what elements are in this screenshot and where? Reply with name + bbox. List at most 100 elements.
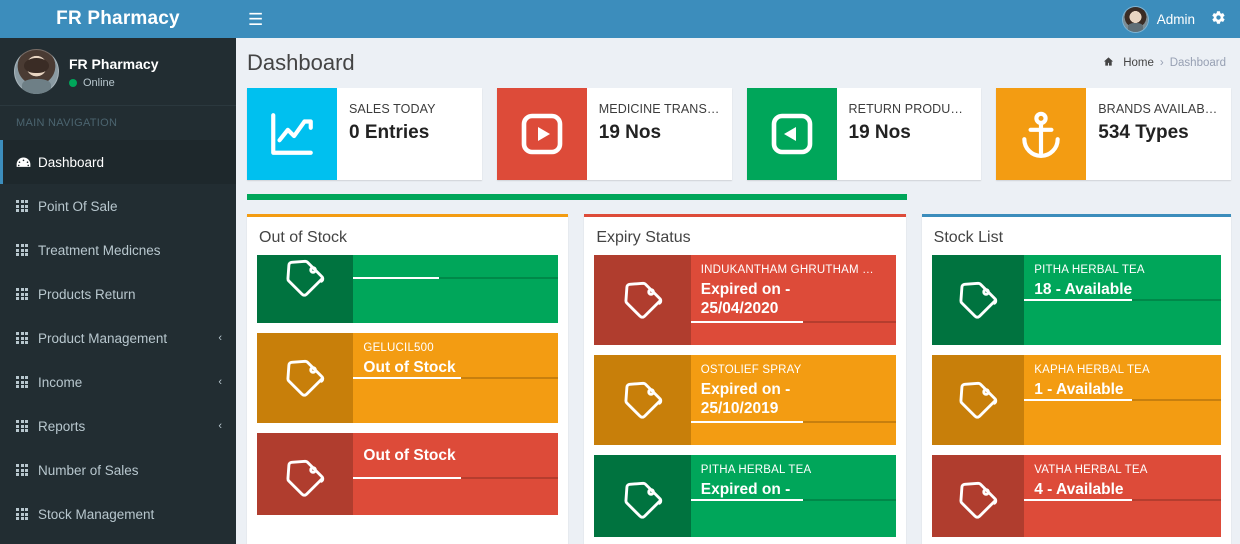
stat-box[interactable]: SALES TODAY 0 Entries	[247, 88, 482, 180]
tag-glyph	[955, 377, 1001, 423]
chevron-left-icon: ‹	[218, 420, 222, 432]
breadcrumb-separator: ›	[1160, 57, 1164, 69]
grid-icon	[16, 332, 38, 344]
grid-icon	[16, 200, 38, 212]
list-item[interactable]: Out of Stock	[257, 433, 558, 515]
gear-icon[interactable]	[1211, 10, 1226, 29]
tag-icon	[932, 355, 1025, 445]
panel-out-of-stock: Out of Stock GELUCIL500Out of StockOut o…	[247, 214, 568, 544]
list-item[interactable]: VATHA HERBAL TEA4 - Available	[932, 455, 1221, 537]
sidebar-item-label: Dashboard	[38, 155, 222, 170]
sidebar-user-name: FR Pharmacy	[69, 55, 158, 73]
page-title: Dashboard	[247, 50, 355, 76]
sidebar-item-reports[interactable]: Reports‹	[0, 404, 236, 448]
stock-list-scroll[interactable]: PITHA HERBAL TEA18 - Available KAPHA HERB…	[932, 255, 1221, 537]
list-item[interactable]: PITHA HERBAL TEAExpired on -	[594, 455, 895, 537]
sidebar-item-label: Stock Management	[38, 507, 222, 522]
user-menu[interactable]: Admin	[1123, 7, 1195, 32]
list-item-body: GELUCIL500Out of Stock	[353, 333, 558, 423]
tag-icon	[594, 355, 690, 445]
sidebar-item-label: Products Return	[38, 287, 222, 302]
menu-toggle-icon[interactable]: ☰	[248, 11, 263, 28]
list-item-body: PITHA HERBAL TEAExpired on -	[691, 455, 896, 537]
list-item-value: Expired on -25/10/2019	[701, 380, 886, 418]
breadcrumb-home[interactable]: Home	[1123, 57, 1154, 69]
content: SALES TODAY 0 Entries MEDICINE TRANS…19 No…	[236, 88, 1240, 544]
sidebar: FR Pharmacy FR Pharmacy Online MAIN NAVI…	[0, 0, 236, 544]
list-item-name: OSTOLIEF SPRAY	[701, 364, 886, 376]
tag-icon	[594, 255, 690, 345]
grid-glyph	[16, 244, 28, 256]
stat-box[interactable]: RETURN PRODU…19 Nos	[747, 88, 982, 180]
stat-box-body: RETURN PRODU…19 Nos	[837, 88, 974, 180]
stat-box-label: RETURN PRODU…	[849, 102, 964, 116]
stat-box[interactable]: MEDICINE TRANS…19 Nos	[497, 88, 732, 180]
list-item-value: 4 - Available	[1034, 480, 1211, 499]
avatar-icon	[1123, 7, 1148, 32]
progress-bar	[691, 499, 896, 501]
stat-box-body: BRANDS AVAILAB…534 Types	[1086, 88, 1227, 180]
topbar: ☰ Admin	[236, 0, 1240, 38]
list-item-name: PITHA HERBAL TEA	[1034, 264, 1211, 276]
sidebar-item-stock-management[interactable]: Stock Management	[0, 492, 236, 536]
sidebar-item-label: Reports	[38, 419, 218, 434]
sidebar-item-number-of-sales[interactable]: Number of Sales	[0, 448, 236, 492]
panel-stock-list-body: PITHA HERBAL TEA18 - Available KAPHA HERB…	[922, 255, 1231, 544]
stat-box-value: 0 Entries	[349, 122, 436, 144]
main-area: ☰ Admin Dashboard	[236, 0, 1240, 544]
progress-bar	[1024, 399, 1221, 401]
online-dot-icon	[69, 79, 77, 87]
progress-bar	[353, 477, 558, 479]
sidebar-item-income[interactable]: Income‹	[0, 360, 236, 404]
panel-out-of-stock-body: GELUCIL500Out of StockOut of StockOut of…	[247, 233, 568, 525]
list-item[interactable]: OSTOLIEF SPRAY Expired on -25/10/2019	[594, 355, 895, 445]
grid-glyph	[16, 288, 28, 300]
sidebar-user-status: Online	[69, 77, 158, 89]
anchor-icon	[996, 88, 1086, 180]
stat-box-value: 19 Nos	[599, 122, 720, 144]
grid-glyph	[16, 200, 28, 212]
tag-icon	[257, 433, 353, 515]
chevron-left-icon: ‹	[218, 376, 222, 388]
home-glyph	[1103, 56, 1114, 67]
list-item[interactable]: INDUKANTHAM GHRUTHAM …Expired on -25/04/…	[594, 255, 895, 345]
grid-icon	[16, 288, 38, 300]
grid-icon	[16, 244, 38, 256]
grid-icon	[16, 464, 38, 476]
list-item-name: KAPHA HERBAL TEA	[1034, 364, 1211, 376]
list-item[interactable]: KAPHA HERBAL TEA 1 - Available	[932, 355, 1221, 445]
sidebar-item-product-management[interactable]: Product Management‹	[0, 316, 236, 360]
breadcrumb-current: Dashboard	[1170, 57, 1226, 69]
sidebar-item-point-of-sale[interactable]: Point Of Sale	[0, 184, 236, 228]
grid-glyph	[16, 332, 28, 344]
sidebar-item-dashboard[interactable]: Dashboard	[0, 140, 236, 184]
tag-glyph	[620, 377, 666, 423]
app-root: FR Pharmacy FR Pharmacy Online MAIN NAVI…	[0, 0, 1240, 544]
chevron-left-icon: ‹	[218, 332, 222, 344]
tag-glyph	[620, 477, 666, 523]
expiry-status-scroll[interactable]: INDUKANTHAM GHRUTHAM …Expired on -25/04/…	[594, 255, 895, 537]
list-item-value: 1 - Available	[1034, 380, 1211, 399]
sidebar-item-treatment-medicnes[interactable]: Treatment Medicnes	[0, 228, 236, 272]
sidebar-user-status-label: Online	[83, 77, 115, 89]
out-of-stock-scroll[interactable]: GELUCIL500Out of StockOut of StockOut of…	[257, 233, 558, 515]
list-item[interactable]: PITHA HERBAL TEA18 - Available	[932, 255, 1221, 345]
panels-row: Out of Stock GELUCIL500Out of StockOut o…	[247, 214, 1231, 544]
stat-boxes-row: SALES TODAY 0 Entries MEDICINE TRANS…19 No…	[247, 88, 1231, 180]
tag-glyph	[282, 455, 328, 501]
stat-box-label: BRANDS AVAILAB…	[1098, 102, 1217, 116]
stat-box-label: SALES TODAY	[349, 102, 436, 116]
sidebar-item-label: Number of Sales	[38, 463, 222, 478]
list-item-body: VATHA HERBAL TEA4 - Available	[1024, 455, 1221, 537]
sidebar-item-products-return[interactable]: Products Return	[0, 272, 236, 316]
grid-icon	[16, 376, 38, 388]
stat-box[interactable]: BRANDS AVAILAB…534 Types	[996, 88, 1231, 180]
list-item-name: PITHA HERBAL TEA	[701, 464, 886, 476]
brand-logo[interactable]: FR Pharmacy	[0, 0, 236, 38]
list-item-body: Out of Stock	[353, 433, 558, 515]
list-item[interactable]: GELUCIL500Out of Stock	[257, 333, 558, 423]
tag-glyph	[955, 477, 1001, 523]
list-item-body: INDUKANTHAM GHRUTHAM …Expired on -25/04/…	[691, 255, 896, 345]
grid-glyph	[16, 464, 28, 476]
sidebar-nav-header: MAIN NAVIGATION	[0, 106, 236, 140]
